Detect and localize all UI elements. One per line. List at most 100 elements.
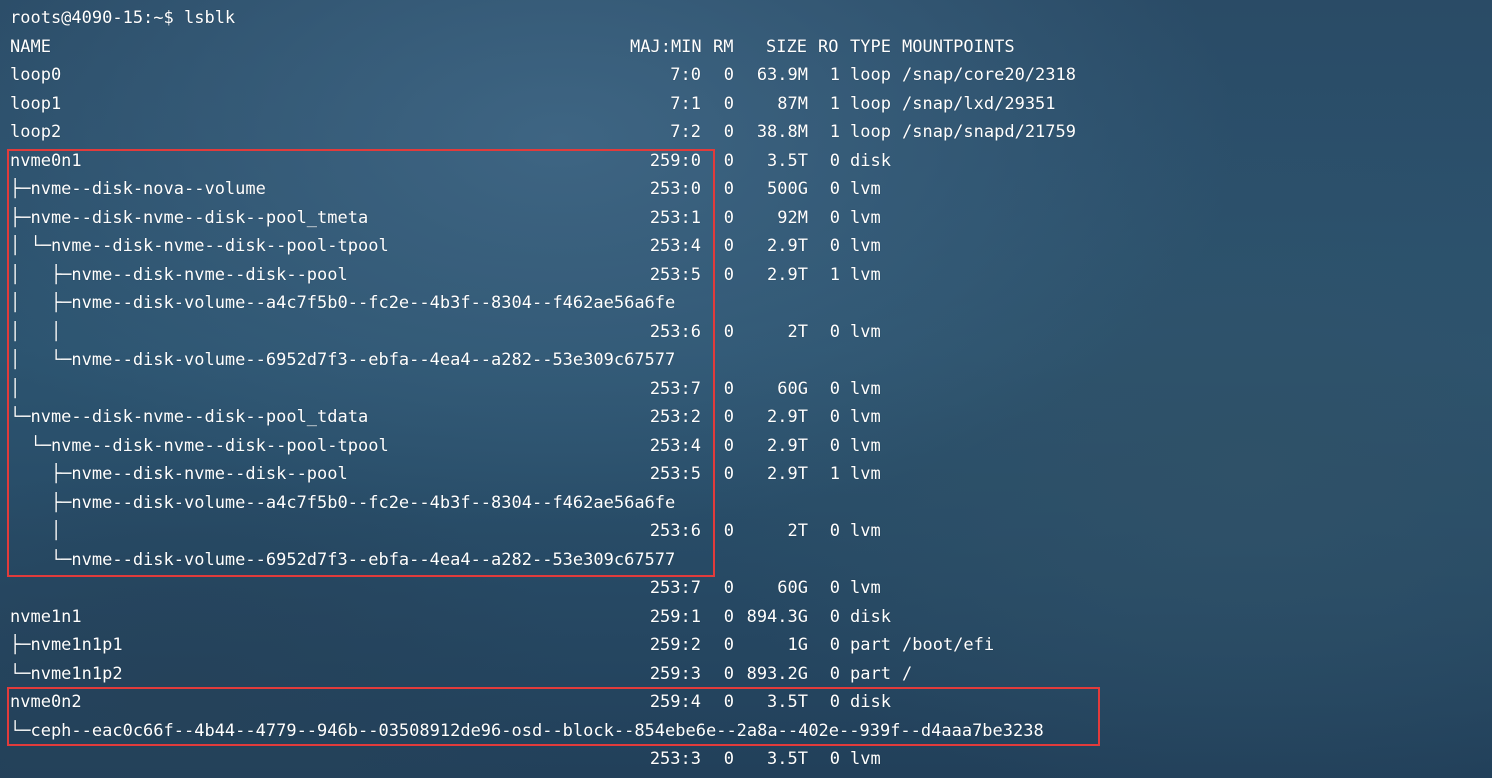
ro-flag-cell: 0 [829,663,840,684]
type-cell: loop [850,65,891,85]
type-cell: lvm [850,435,881,456]
maj-min-cell: 253:7 [649,578,701,598]
device-name-cell: loop2 [10,122,62,142]
command-line: roots@4090-15:~$ lsblk [10,4,1480,33]
maj-min-cell: 259:1 [649,606,701,627]
type-cell: part [850,663,891,684]
ro-flag-cell: 1 [829,65,840,85]
prompt-text: roots@4090-15:~$ lsblk [10,8,236,28]
ro-flag-cell: 1 [829,464,840,484]
size-cell: 3.5T [767,749,808,769]
size-cell: 1G [787,635,808,655]
table-row: 253:3 0 3.5T 0 lvm [10,745,1480,774]
ro-flag-cell: 0 [829,521,840,541]
table-header: NAME MAJ:MIN RM SIZE RO TYPE MOUNTPOINTS [10,33,1480,62]
size-cell: 2T [787,521,808,541]
header-rm: RM [713,36,734,57]
size-cell: 87M [777,93,808,114]
size-cell: 2.9T [767,464,808,484]
size-cell: 92M [777,207,808,228]
ro-flag-cell: 0 [829,435,840,456]
rm-flag-cell: 0 [723,606,734,627]
header-ro: RO [818,36,839,57]
mountpoint-cell: /snap/core20/2318 [902,65,1076,85]
maj-min-cell: 253:3 [649,749,701,769]
maj-min-cell: 7:0 [670,65,701,85]
header-maj-min: MAJ:MIN [630,36,702,57]
ro-flag-cell: 0 [829,635,840,655]
table-row: └─nvme1n1p2 259:3 0 893.2G 0 part / [10,660,1480,689]
table-row: 253:7 0 60G 0 lvm [10,574,1480,603]
ro-flag-cell: 0 [829,179,840,199]
type-cell: lvm [850,321,881,342]
size-cell: 2.9T [767,264,808,285]
rm-flag-cell: 0 [723,93,734,114]
device-name-cell: ├─nvme1n1p1 [10,635,123,655]
type-cell: lvm [850,749,881,769]
ro-flag-cell: 0 [829,606,840,627]
size-cell: 63.9M [756,65,808,85]
mountpoint-cell: /snap/lxd/29351 [902,93,1056,114]
header-size: SIZE [766,36,807,57]
ro-flag-cell: 0 [829,578,840,598]
maj-min-cell: 259:3 [649,663,701,684]
size-cell: 500G [767,179,808,199]
ro-flag-cell: 1 [829,93,840,114]
rm-flag-cell: 0 [723,122,734,142]
ro-flag-cell: 1 [829,264,840,285]
mountpoint-cell: /boot/efi [902,635,995,655]
maj-min-cell: 7:1 [670,93,701,114]
type-cell: disk [850,150,891,171]
device-name-cell: loop1 [10,93,62,114]
size-cell: 60G [777,378,808,399]
header-mountpoints: MOUNTPOINTS [902,36,1015,57]
ro-flag-cell: 0 [829,378,840,399]
type-cell: lvm [850,521,881,541]
mountpoint-cell: /snap/snapd/21759 [902,122,1076,142]
type-cell: part [850,635,891,655]
size-cell: 893.2G [746,663,808,684]
device-name-cell: loop0 [10,65,62,85]
type-cell: lvm [850,407,881,427]
ro-flag-cell: 0 [829,236,840,256]
ro-flag-cell: 1 [829,122,840,142]
highlight-box-nvme0n2 [7,687,1100,746]
device-name-cell: └─nvme1n1p2 [10,663,123,684]
rm-flag-cell: 0 [723,663,734,684]
size-cell: 2.9T [767,236,808,256]
device-name-cell: nvme1n1 [10,606,82,627]
type-cell: lvm [850,236,881,256]
size-cell: 3.5T [767,150,808,171]
size-cell: 38.8M [756,122,808,142]
size-cell: 894.3G [746,606,808,627]
table-row: loop0 7:0 0 63.9M 1 loop/snap/core20/2318 [10,61,1480,90]
table-row: ├─nvme1n1p1 259:2 0 1G 0 part/boot/efi [10,631,1480,660]
maj-min-cell: 7:2 [670,122,701,142]
type-cell: loop [850,93,891,114]
table-row: loop2 7:2 0 38.8M 1 loop/snap/snapd/21759 [10,118,1480,147]
ro-flag-cell: 0 [829,321,840,342]
header-name: NAME [10,36,51,57]
size-cell: 60G [777,578,808,598]
type-cell: lvm [850,207,881,228]
rm-flag-cell: 0 [723,65,734,85]
highlight-box-nvme0n1 [7,149,715,577]
ro-flag-cell: 0 [829,150,840,171]
mountpoint-cell: / [902,663,913,684]
type-cell: loop [850,122,891,142]
ro-flag-cell: 0 [829,407,840,427]
type-cell: lvm [850,378,881,399]
maj-min-cell: 259:2 [649,635,701,655]
table-row: loop1 7:1 0 87M 1 loop/snap/lxd/29351 [10,90,1480,119]
type-cell: lvm [850,264,881,285]
rm-flag-cell: 0 [723,635,734,655]
rm-flag-cell: 0 [723,578,734,598]
table-row: nvme1n1 259:1 0 894.3G 0 disk [10,603,1480,632]
ro-flag-cell: 0 [829,207,840,228]
size-cell: 2.9T [767,407,808,427]
header-type: TYPE [850,36,891,57]
size-cell: 2T [787,321,808,342]
type-cell: lvm [850,578,881,598]
ro-flag-cell: 0 [829,749,840,769]
type-cell: lvm [850,464,881,484]
